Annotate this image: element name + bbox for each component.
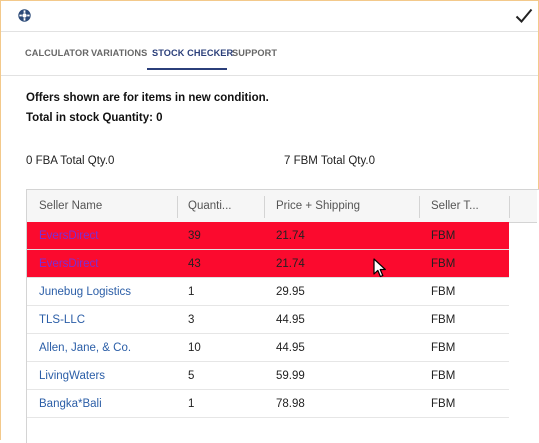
tab-bar: CALCULATOR VARIATIONS STOCK CHECKER SUPP…	[1, 31, 538, 76]
extension-panel: CALCULATOR VARIATIONS STOCK CHECKER SUPP…	[0, 0, 539, 443]
quantity-cell: 1	[188, 398, 195, 410]
column-quantity[interactable]: Quanti...	[188, 190, 231, 222]
seller-type-cell: FBM	[431, 342, 456, 354]
quantity-cell: 10	[188, 342, 201, 354]
seller-type-cell: FBM	[431, 258, 456, 270]
table-row[interactable]: Junebug Logistics 1 29.95 FBM	[27, 278, 509, 306]
price-cell: 29.95	[276, 286, 305, 298]
quantity-cell: 39	[188, 230, 201, 242]
fbm-total: 7 FBM Total Qty.0	[284, 155, 375, 167]
quantity-cell: 1	[188, 286, 195, 298]
active-tab-indicator	[147, 68, 227, 70]
seller-name-link[interactable]: Junebug Logistics	[39, 278, 131, 305]
column-divider[interactable]	[419, 196, 420, 218]
seller-type-cell: FBM	[431, 370, 456, 382]
fba-total: 0 FBA Total Qty.0	[26, 155, 115, 167]
seller-name-link[interactable]: TLS-LLC	[39, 306, 85, 333]
table-row[interactable]: LivingWaters 5 59.99 FBM	[27, 362, 509, 390]
price-cell: 44.95	[276, 314, 305, 326]
quantity-cell: 5	[188, 370, 195, 382]
tab-calculator[interactable]: CALCULATOR	[25, 48, 89, 58]
seller-name-link[interactable]: EversDirect	[39, 222, 98, 249]
table-row[interactable]: EversDirect 39 21.74 FBM	[27, 222, 509, 250]
condition-note: Offers shown are for items in new condit…	[26, 92, 269, 104]
column-divider[interactable]	[177, 196, 178, 218]
table-row[interactable]: Bangka*Bali 1 78.98 FBM	[27, 390, 509, 418]
table-header: Seller Name Quanti... Price + Shipping S…	[27, 190, 537, 223]
check-icon[interactable]	[515, 8, 533, 24]
seller-type-cell: FBM	[431, 398, 456, 410]
seller-name-link[interactable]: LivingWaters	[39, 362, 105, 389]
quantity-cell: 3	[188, 314, 195, 326]
price-cell: 59.99	[276, 370, 305, 382]
seller-name-link[interactable]: Allen, Jane, & Co.	[39, 334, 131, 361]
price-cell: 78.98	[276, 398, 305, 410]
column-divider[interactable]	[264, 196, 265, 218]
price-cell: 21.74	[276, 230, 305, 242]
mouse-cursor-icon	[373, 258, 386, 278]
seller-name-link[interactable]: EversDirect	[39, 250, 98, 277]
seller-type-cell: FBM	[431, 230, 456, 242]
column-price-shipping[interactable]: Price + Shipping	[276, 190, 360, 222]
tab-stock-checker[interactable]: STOCK CHECKER	[152, 48, 233, 58]
table-row[interactable]: TLS-LLC 3 44.95 FBM	[27, 306, 509, 334]
price-cell: 44.95	[276, 342, 305, 354]
column-seller-type[interactable]: Seller T...	[431, 190, 479, 222]
total-stock-quantity: Total in stock Quantity: 0	[26, 112, 163, 124]
price-cell: 21.74	[276, 258, 305, 270]
seller-name-link[interactable]: Bangka*Bali	[39, 390, 102, 417]
column-seller-name[interactable]: Seller Name	[39, 190, 102, 222]
seller-type-cell: FBM	[431, 286, 456, 298]
addon-gear-icon[interactable]	[18, 9, 31, 22]
table-row[interactable]: Allen, Jane, & Co. 10 44.95 FBM	[27, 334, 509, 362]
offers-table: Seller Name Quanti... Price + Shipping S…	[26, 189, 539, 443]
table-row[interactable]: EversDirect 43 21.74 FBM	[27, 250, 509, 278]
seller-type-cell: FBM	[431, 314, 456, 326]
quantity-cell: 43	[188, 258, 201, 270]
title-bar	[1, 1, 538, 31]
tab-variations[interactable]: VARIATIONS	[91, 48, 147, 58]
column-divider[interactable]	[509, 196, 510, 218]
tab-support[interactable]: SUPPORT	[232, 48, 277, 58]
